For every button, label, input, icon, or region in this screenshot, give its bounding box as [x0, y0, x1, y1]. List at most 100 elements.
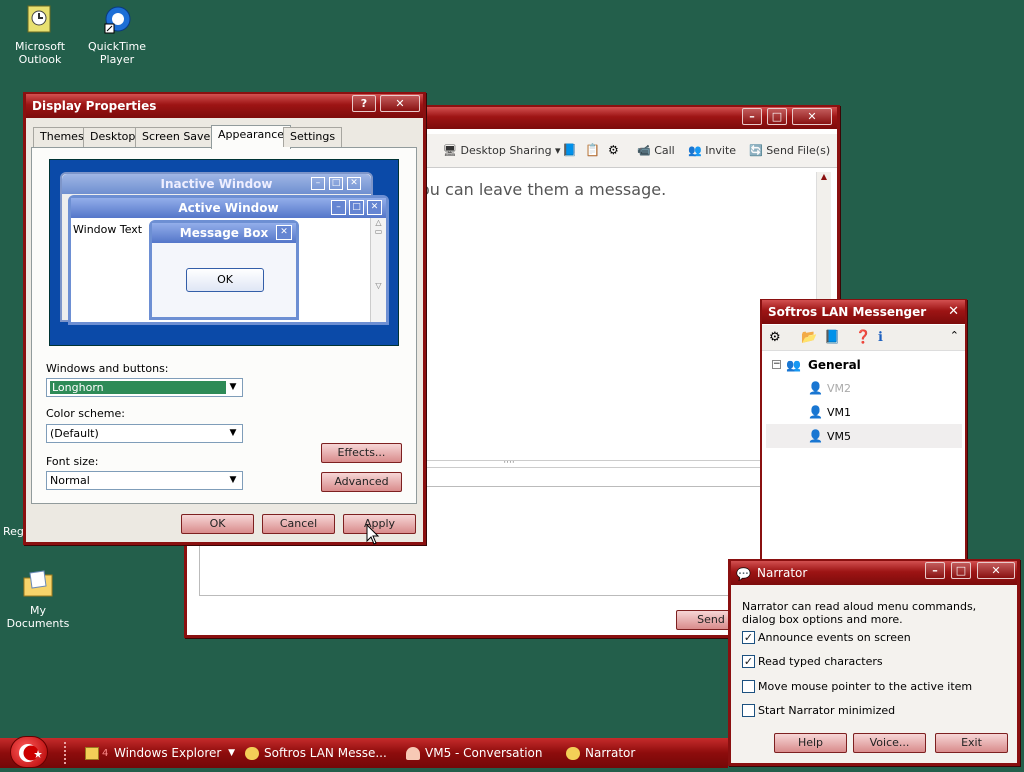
- close-icon: ✕: [276, 225, 292, 240]
- start-minimized-label: Start Narrator minimized: [758, 704, 896, 717]
- taskbar-label: Softros LAN Messe...: [264, 746, 387, 760]
- close-icon: ✕: [347, 177, 361, 190]
- invite-button[interactable]: 👥 Invite: [688, 144, 736, 157]
- taskbar-label: Narrator: [585, 746, 636, 760]
- close-button[interactable]: ✕: [380, 95, 420, 112]
- taskbar-label: Windows Explorer: [114, 746, 222, 760]
- tab-desktop[interactable]: Desktop: [83, 127, 143, 147]
- tab-appearance[interactable]: Appearance: [211, 125, 292, 149]
- maximize-button[interactable]: □: [951, 562, 971, 579]
- close-button[interactable]: ✕: [977, 562, 1015, 579]
- contact-item-vm1[interactable]: VM1: [827, 406, 851, 419]
- taskbar-grip: [64, 742, 70, 764]
- user-icon: [406, 747, 420, 760]
- chevron-up-icon[interactable]: ⌃: [950, 329, 959, 342]
- group-label[interactable]: General: [808, 358, 861, 372]
- chevron-down-icon: ▼: [229, 382, 237, 392]
- taskbar-softros-messenger[interactable]: Softros LAN Messe...: [242, 741, 397, 766]
- font-size-value: Normal: [50, 474, 90, 487]
- minimize-icon: –: [311, 177, 325, 190]
- gear-icon[interactable]: ⚙: [769, 330, 781, 345]
- desktop-icon-my-documents[interactable]: My Documents: [0, 568, 78, 630]
- call-button[interactable]: 📹 Call: [637, 144, 675, 157]
- folder-icon: [85, 747, 99, 760]
- chat-icon: [245, 747, 259, 760]
- narrator-titlebar[interactable]: Narrator: [731, 561, 1017, 585]
- messenger-toolbar: ⚙ 📂 📘 ❓ ℹ ⌃: [762, 325, 965, 351]
- maximize-icon: □: [349, 200, 364, 215]
- font-size-label: Font size:: [46, 455, 99, 468]
- folder-icon[interactable]: 📂: [801, 330, 817, 345]
- close-icon[interactable]: ✕: [948, 304, 959, 319]
- effects-button[interactable]: Effects...: [321, 443, 402, 463]
- notes-icon[interactable]: 📘: [562, 143, 577, 157]
- appearance-preview: Inactive Window – □ ✕ Active Window – □ …: [49, 159, 399, 346]
- tab-screen-saver[interactable]: Screen Saver: [135, 127, 222, 147]
- desktop-icon-label: My Documents: [6, 604, 70, 630]
- color-scheme-label: Color scheme:: [46, 407, 125, 420]
- quicktime-icon: [101, 4, 133, 36]
- tab-settings[interactable]: Settings: [283, 127, 343, 147]
- close-button[interactable]: ✕: [792, 108, 832, 125]
- dialog-title: Display Properties: [32, 99, 157, 113]
- narrator-description: Narrator can read aloud menu commands, d…: [742, 600, 977, 626]
- font-size-select[interactable]: Normal ▼: [46, 471, 243, 490]
- narrator-help-button[interactable]: Help: [774, 733, 847, 753]
- user-icon: 👤: [808, 405, 823, 419]
- windows-buttons-value: Longhorn: [50, 381, 226, 394]
- user-icon: 👤: [808, 429, 823, 443]
- taskbar-narrator[interactable]: Narrator: [563, 741, 713, 766]
- notes-icon[interactable]: 📘: [824, 330, 840, 345]
- help-icon[interactable]: ❓: [855, 330, 871, 345]
- info-icon[interactable]: 📋: [585, 143, 600, 157]
- narrator-icon: 💬: [736, 567, 751, 581]
- help-button[interactable]: ?: [352, 95, 376, 112]
- contact-item-vm2[interactable]: VM2: [827, 382, 851, 395]
- preview-ok-button: OK: [186, 268, 264, 292]
- start-button[interactable]: [10, 736, 48, 768]
- taskbar-windows-explorer[interactable]: 4 Windows Explorer ▼: [82, 741, 237, 766]
- color-scheme-select[interactable]: (Default) ▼: [46, 424, 243, 443]
- preview-window-text: Window Text: [73, 223, 143, 236]
- maximize-button[interactable]: □: [767, 108, 787, 125]
- start-minimized-checkbox[interactable]: [742, 704, 755, 717]
- desktop-icon-quicktime[interactable]: QuickTime Player: [77, 4, 157, 66]
- ok-button[interactable]: OK: [181, 514, 254, 534]
- send-files-button[interactable]: 🔄 Send File(s): [749, 144, 830, 157]
- mouse-cursor-icon: [366, 523, 380, 546]
- chevron-down-icon: ▼: [229, 428, 237, 438]
- outlook-icon: [24, 4, 56, 36]
- advanced-button[interactable]: Advanced: [321, 472, 402, 492]
- desktop-icon-label: Microsoft Outlook: [14, 40, 66, 66]
- info-icon[interactable]: ℹ: [878, 330, 883, 345]
- cancel-button[interactable]: Cancel: [262, 514, 335, 534]
- narrator-icon: [566, 747, 580, 760]
- messenger-titlebar[interactable]: Softros LAN Messenger: [762, 300, 965, 324]
- preview-message-box-title: Message Box: [152, 223, 296, 243]
- read-typed-label: Read typed characters: [758, 655, 883, 668]
- chevron-down-icon: ▼: [228, 748, 235, 758]
- minimize-button[interactable]: –: [925, 562, 945, 579]
- minimize-icon: –: [331, 200, 346, 215]
- windows-buttons-select[interactable]: Longhorn ▼: [46, 378, 243, 397]
- minimize-button[interactable]: –: [742, 108, 762, 125]
- preview-scrollbar: △ ▭ ▽: [370, 218, 386, 322]
- narrator-title: Narrator: [757, 566, 808, 580]
- announce-events-checkbox[interactable]: ✓: [742, 631, 755, 644]
- contact-row-highlight: [766, 424, 962, 448]
- desktop-sharing-button[interactable]: 🖥 Desktop Sharing ▾: [443, 144, 561, 157]
- preview-message-box: Message Box ✕ OK: [149, 220, 299, 320]
- close-icon: ✕: [367, 200, 382, 215]
- collapse-icon[interactable]: −: [772, 360, 781, 369]
- taskbar-vm5-conversation[interactable]: VM5 - Conversation: [403, 741, 553, 766]
- windows-buttons-label: Windows and buttons:: [46, 362, 169, 375]
- narrator-voice-button[interactable]: Voice...: [853, 733, 926, 753]
- messenger-title: Softros LAN Messenger: [768, 305, 927, 319]
- desktop-icon-outlook[interactable]: Microsoft Outlook: [0, 4, 80, 66]
- read-typed-checkbox[interactable]: ✓: [742, 655, 755, 668]
- contact-item-vm5[interactable]: VM5: [827, 430, 851, 443]
- narrator-exit-button[interactable]: Exit: [935, 733, 1008, 753]
- move-pointer-checkbox[interactable]: [742, 680, 755, 693]
- settings-icon[interactable]: ⚙: [608, 143, 619, 157]
- people-icon: 👥: [688, 144, 702, 157]
